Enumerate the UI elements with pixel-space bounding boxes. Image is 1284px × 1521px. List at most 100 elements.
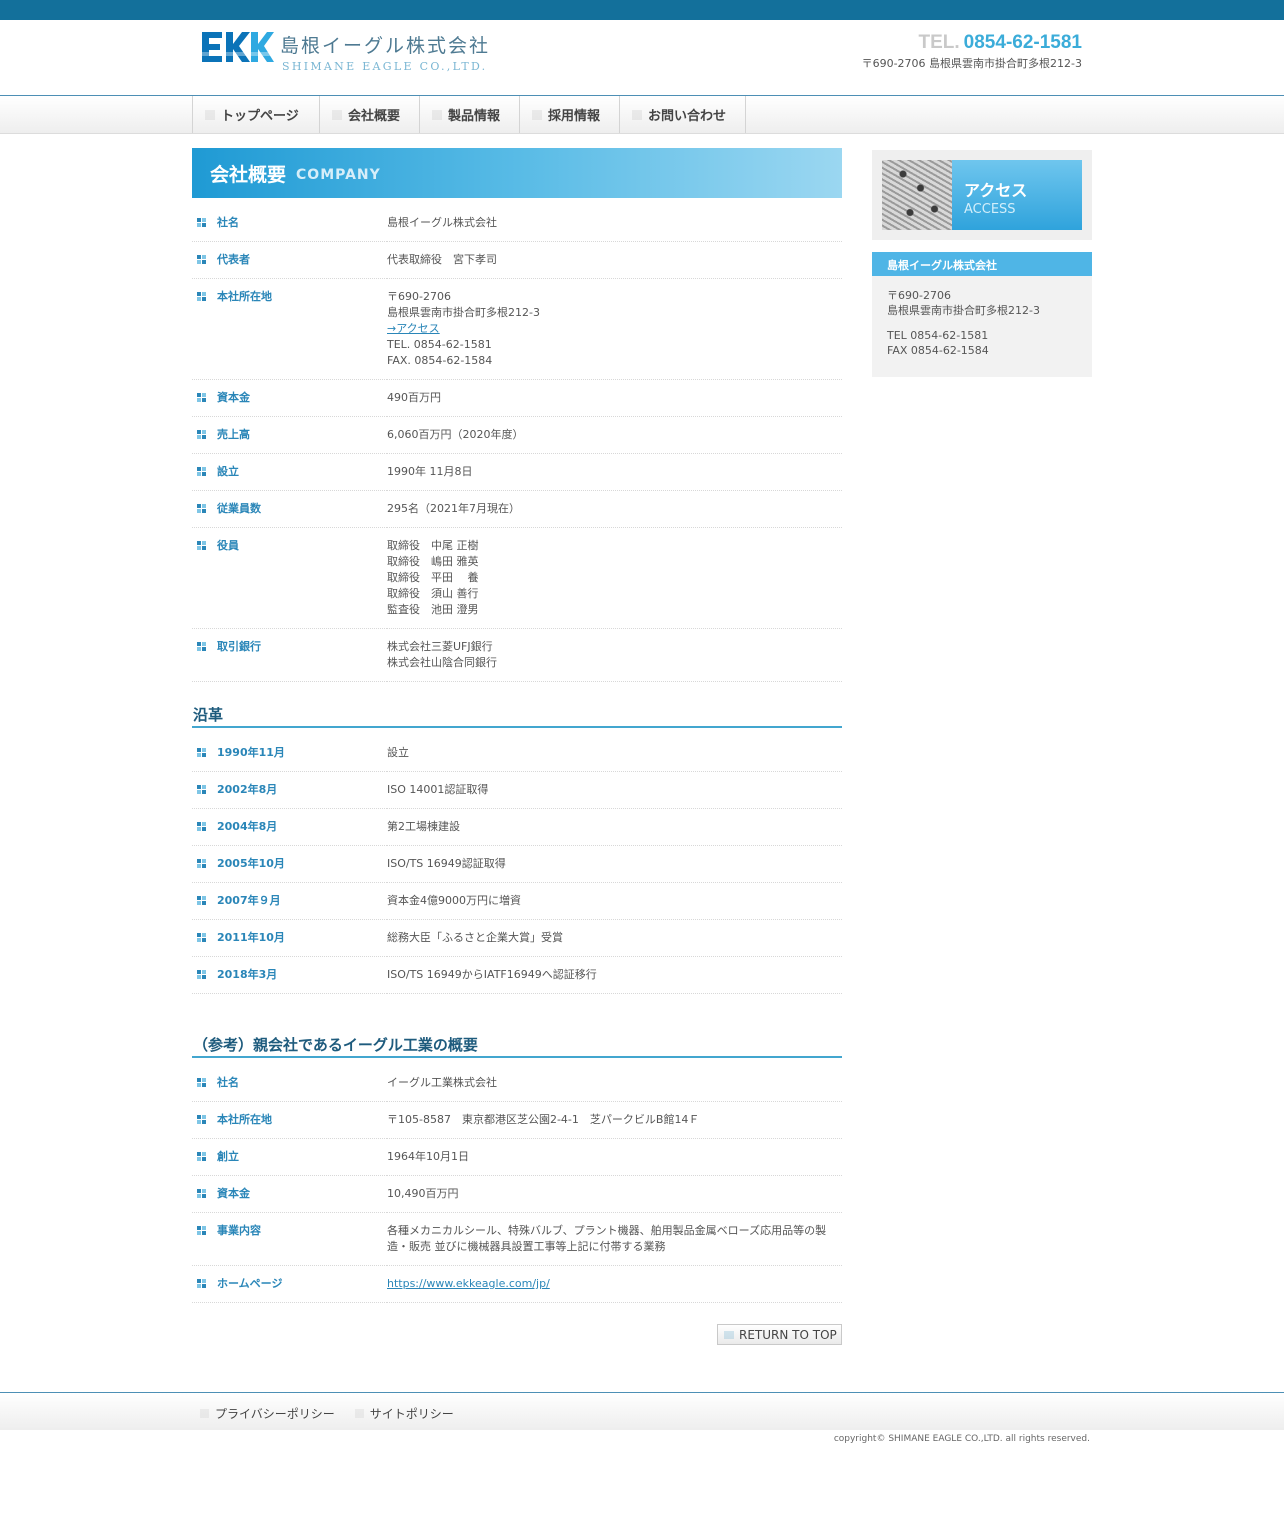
dotted-grid-icon: [432, 109, 442, 120]
row-label-cell: 2018年3月: [192, 956, 387, 994]
nav-item-top[interactable]: トップページ: [193, 96, 320, 133]
dotted-grid-icon: [354, 1409, 364, 1418]
site-logo[interactable]: 島根イーグル株式会社 SHIMANE EAGLE CO.,LTD.: [200, 29, 500, 73]
row-label-cell: 資本金: [192, 1175, 387, 1213]
square-bullet-icon: [197, 1226, 206, 1235]
nav-item-contact[interactable]: お問い合わせ: [620, 96, 746, 133]
history-date: 2005年10月: [217, 857, 285, 870]
company-name-jp: 島根イーグル株式会社: [280, 35, 491, 57]
row-label-cell: 売上高: [192, 416, 387, 454]
table-row: 2005年10月 ISO/TS 16949認証取得: [192, 845, 842, 883]
footer-nav: プライバシーポリシー サイトポリシー: [200, 1405, 474, 1422]
history-date: 2007年９月: [217, 894, 281, 907]
sidebar-address: 島根県雲南市掛合町多根212-3: [887, 304, 1040, 317]
nav-item-recruit[interactable]: 採用情報: [520, 96, 620, 133]
square-bullet-icon: [197, 785, 206, 794]
row-label-cell: 従業員数: [192, 490, 387, 528]
row-value-cell: 490百万円: [387, 379, 842, 417]
row-value: 490百万円: [387, 391, 441, 404]
tel-prefix: TEL.: [918, 32, 960, 53]
nav-label: トップページ: [221, 109, 299, 124]
row-label-cell: ホームページ: [192, 1265, 387, 1303]
row-value-cell: 島根イーグル株式会社: [387, 205, 842, 242]
row-value-cell: 6,060百万円（2020年度）: [387, 416, 842, 454]
row-label: 事業内容: [217, 1224, 261, 1237]
history-event: 設立: [387, 735, 842, 772]
table-row: 2004年8月 第2工場棟建設: [192, 808, 842, 846]
square-bullet-icon: [197, 255, 206, 264]
row-label: 役員: [217, 539, 239, 552]
parent-company-heading: （参考）親会社であるイーグル工業の概要: [192, 1034, 842, 1058]
table-row: 売上高 6,060百万円（2020年度）: [192, 416, 842, 454]
table-row: 2007年９月 資本金4億9000万円に増資: [192, 882, 842, 920]
dotted-grid-icon: [200, 1409, 209, 1418]
homepage-link[interactable]: https://www.ekkeagle.com/jp/: [387, 1277, 550, 1290]
table-row: 事業内容 各種メカニカルシール、特殊バルブ、プラント機器、舶用製品金属ベローズ応用…: [192, 1212, 842, 1266]
row-label-cell: 本社所在地: [192, 1101, 387, 1139]
square-bullet-icon: [197, 467, 206, 476]
row-value-cell: 代表取締役 宮下孝司: [387, 241, 842, 279]
row-label: 社名: [217, 216, 239, 229]
nav-item-company[interactable]: 会社概要: [320, 96, 420, 133]
row-label-cell: 取引銀行: [192, 628, 387, 682]
history-event: 資本金4億9000万円に増資: [387, 882, 842, 920]
row-label: 本社所在地: [217, 290, 272, 303]
row-value-cell: 1990年 11月8日: [387, 453, 842, 491]
row-label: 取引銀行: [217, 640, 261, 653]
row-label: 資本金: [217, 391, 250, 404]
row-label-cell: 社名: [192, 205, 387, 242]
row-value-cell: 株式会社三菱UFJ銀行 株式会社山陰合同銀行: [387, 628, 842, 682]
table-row: 取引銀行 株式会社三菱UFJ銀行 株式会社山陰合同銀行: [192, 628, 842, 682]
dotted-grid-icon: [205, 109, 215, 120]
row-value: 取締役 中尾 正樹: [387, 539, 479, 552]
dotted-grid-icon: [532, 109, 542, 120]
row-value: 代表取締役 宮下孝司: [387, 253, 497, 266]
row-value-cell: 〒690-2706 島根県雲南市掛合町多根212-3 →アクセス TEL. 08…: [387, 278, 842, 380]
ekk-logo-icon: [200, 30, 274, 64]
access-photo: [882, 160, 952, 230]
row-value: 監査役 池田 澄男: [387, 603, 479, 616]
row-value: 6,060百万円（2020年度）: [387, 428, 524, 441]
row-value-cell: https://www.ekkeagle.com/jp/: [387, 1265, 842, 1303]
footer-link-label: プライバシーポリシー: [215, 1407, 335, 1421]
square-bullet-icon: [197, 1279, 206, 1288]
company-info-table: 社名 島根イーグル株式会社 代表者 代表取締役 宮下孝司 本社所在地 〒690-…: [192, 205, 842, 682]
row-label-cell: 2002年8月: [192, 771, 387, 809]
row-label: 社名: [217, 1076, 239, 1089]
access-banner-link[interactable]: アクセス ACCESS: [882, 160, 1082, 230]
square-bullet-icon: [197, 393, 206, 402]
row-value: 各種メカニカルシール、特殊バルブ、プラント機器、舶用製品金属ベローズ応用品等の製…: [387, 1212, 842, 1266]
footer-link-site-policy[interactable]: サイトポリシー: [354, 1405, 454, 1422]
return-arrow-icon: [724, 1330, 734, 1339]
nav-label: 製品情報: [448, 109, 501, 124]
return-to-top-label: RETURN TO TOP: [739, 1327, 837, 1342]
footer-link-privacy[interactable]: プライバシーポリシー: [200, 1405, 335, 1422]
dotted-grid-icon: [632, 109, 642, 120]
row-label-cell: 2011年10月: [192, 919, 387, 957]
table-row: 2002年8月 ISO 14001認証取得: [192, 771, 842, 809]
row-value-cell: 295名（2021年7月現在）: [387, 490, 842, 528]
return-row: RETURN TO TOP: [192, 1303, 842, 1363]
main-content: 会社概要 COMPANY 社名 島根イーグル株式会社 代表者 代表取締役 宮下孝…: [192, 148, 842, 1363]
table-row: 本社所在地 〒690-2706 島根県雲南市掛合町多根212-3 →アクセス T…: [192, 278, 842, 380]
history-table: 1990年11月 設立 2002年8月 ISO 14001認証取得 2004年8月 第…: [192, 735, 842, 994]
row-label: 設立: [217, 465, 239, 478]
return-to-top-button[interactable]: RETURN TO TOP: [717, 1324, 842, 1345]
row-label: 代表者: [217, 253, 250, 266]
access-link[interactable]: →アクセス: [387, 322, 440, 335]
row-label-cell: 事業内容: [192, 1212, 387, 1266]
header-tel: TEL. 0854-62-1581: [919, 32, 1083, 54]
nav-item-products[interactable]: 製品情報: [420, 96, 520, 133]
sidebar-company-name: 島根イーグル株式会社: [872, 252, 1092, 276]
sidebar-tel: TEL 0854-62-1581: [887, 329, 989, 342]
history-event: 第2工場棟建設: [387, 808, 842, 846]
page-title-en: COMPANY: [296, 167, 381, 183]
table-row: 資本金 490百万円: [192, 379, 842, 417]
access-label-en: ACCESS: [964, 202, 1016, 217]
row-value: 取締役 須山 善行: [387, 587, 479, 600]
site-header: 島根イーグル株式会社 SHIMANE EAGLE CO.,LTD. TEL. 08…: [0, 20, 1284, 95]
row-value: TEL. 0854-62-1581: [387, 338, 492, 351]
row-value: 〒105-8587 東京都港区芝公園2-4-1 芝パークビルB館14Ｆ: [387, 1101, 842, 1139]
footer-link-label: サイトポリシー: [369, 1407, 454, 1421]
square-bullet-icon: [197, 1115, 206, 1124]
